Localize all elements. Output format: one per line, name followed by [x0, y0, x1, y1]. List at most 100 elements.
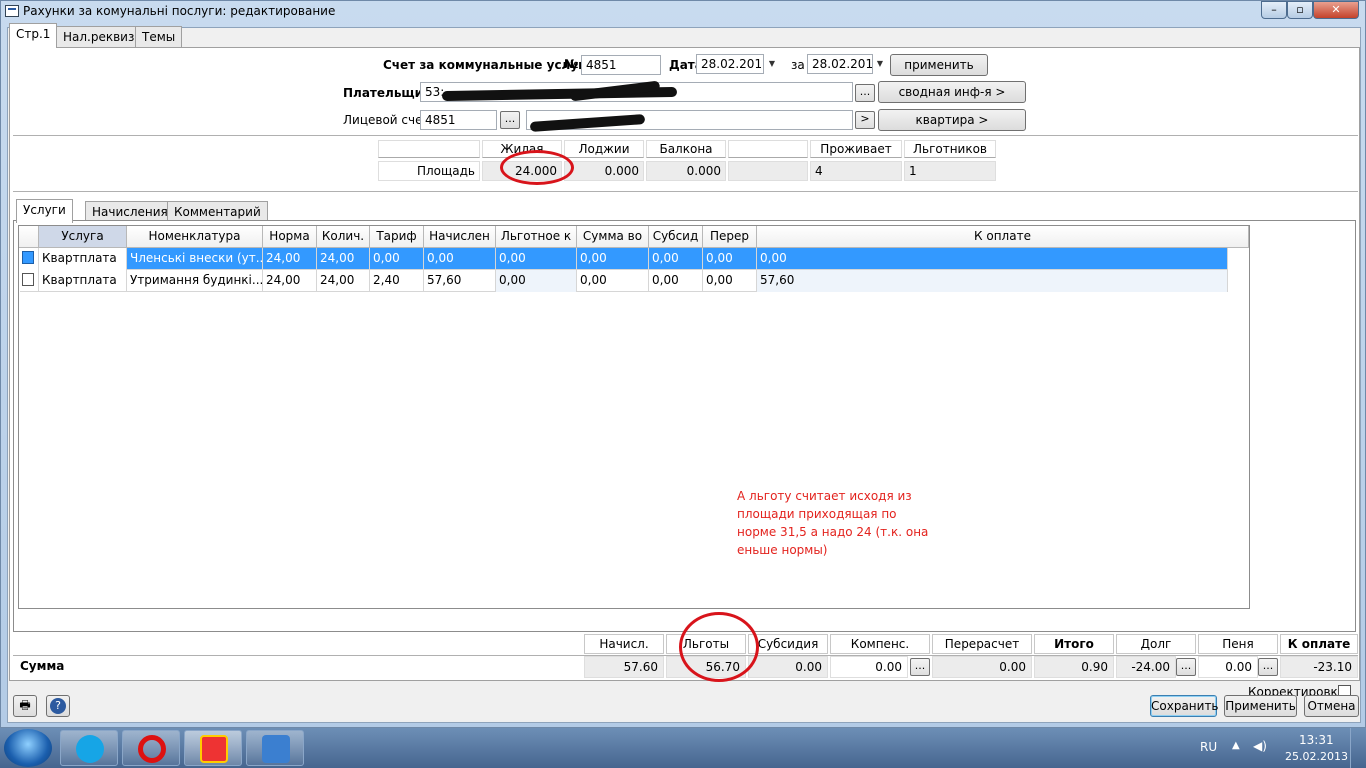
- col-header[interactable]: Начислен: [424, 226, 496, 248]
- table-row[interactable]: Квартплата Утримання будинкі... 24,00 24…: [20, 270, 1228, 292]
- extra-area-value[interactable]: [728, 161, 808, 181]
- grid-cell[interactable]: 0,00: [496, 248, 577, 270]
- col-header[interactable]: К оплате: [757, 226, 1249, 248]
- row-checkbox[interactable]: [20, 248, 39, 270]
- for-date-input[interactable]: 28.02.2013: [807, 54, 873, 74]
- col-header[interactable]: Льготное к: [496, 226, 577, 248]
- taskbar-app[interactable]: [246, 730, 304, 766]
- tab-comment[interactable]: Комментарий: [167, 201, 268, 222]
- grid-cell[interactable]: 2,40: [370, 270, 424, 292]
- tab-page1[interactable]: Стр.1: [9, 23, 58, 48]
- show-desktop-button[interactable]: [1350, 728, 1366, 768]
- grid-cell[interactable]: 57,60: [757, 270, 1228, 292]
- area-header-blank: [378, 140, 480, 158]
- col-header[interactable]: Услуга: [39, 226, 127, 248]
- start-button[interactable]: [4, 729, 52, 767]
- grid-cell[interactable]: 0,00: [757, 248, 1228, 270]
- apply-button[interactable]: Применить: [1224, 695, 1297, 717]
- grid-cell[interactable]: 0,00: [649, 270, 703, 292]
- tab-tax-details[interactable]: Нал.реквиз.: [56, 26, 146, 47]
- col-header[interactable]: Номенклатура: [127, 226, 263, 248]
- volume-icon[interactable]: ◀): [1253, 739, 1267, 753]
- grid-cell[interactable]: 24,00: [263, 270, 317, 292]
- grid-corner: [19, 226, 39, 248]
- area-header-beneficiaries: Льготников: [904, 140, 996, 158]
- penalty-browse-button[interactable]: ...: [1258, 658, 1278, 676]
- grid-cell[interactable]: 57,60: [424, 270, 496, 292]
- debt-browse-button[interactable]: ...: [1176, 658, 1196, 676]
- beneficiaries-value[interactable]: 1: [904, 161, 996, 181]
- grid-cell[interactable]: 24,00: [317, 248, 370, 270]
- sum-penalty-input[interactable]: 0.00: [1198, 656, 1258, 678]
- save-button[interactable]: Сохранить: [1150, 695, 1219, 717]
- tab-services[interactable]: Услуги: [16, 199, 73, 223]
- minimize-button[interactable]: –: [1261, 1, 1287, 19]
- col-header[interactable]: Субсид: [649, 226, 703, 248]
- row-checkbox[interactable]: [20, 270, 39, 292]
- sum-subsidy-value: 0.00: [748, 656, 828, 678]
- grid-cell[interactable]: 0,00: [703, 270, 757, 292]
- invoice-number-input[interactable]: 4851: [581, 55, 661, 75]
- area-header-extra: [728, 140, 808, 158]
- col-header[interactable]: Колич.: [317, 226, 370, 248]
- taskbar-1c[interactable]: [184, 730, 242, 766]
- summary-info-button[interactable]: сводная инф-я >: [878, 81, 1026, 103]
- help-button[interactable]: ?: [46, 695, 70, 717]
- grid-cell[interactable]: 24,00: [263, 248, 317, 270]
- clock-date[interactable]: 25.02.2013: [1285, 750, 1348, 763]
- tab-charges[interactable]: Начисления: [85, 201, 175, 222]
- language-indicator[interactable]: RU: [1200, 740, 1217, 754]
- title-bar[interactable]: Рахунки за комунальні послуги: редактиро…: [1, 1, 1366, 23]
- sum-header-to-pay: К оплате: [1280, 634, 1358, 654]
- balcony-area-value[interactable]: 0.000: [646, 161, 726, 181]
- grid-cell[interactable]: 0,00: [703, 248, 757, 270]
- for-date-dropdown-icon[interactable]: ▼: [872, 54, 888, 74]
- maximize-button[interactable]: ▫: [1287, 1, 1313, 19]
- tab-topics[interactable]: Темы: [135, 26, 183, 47]
- close-button[interactable]: ✕: [1313, 1, 1359, 19]
- grid-cell[interactable]: 0,00: [577, 248, 649, 270]
- cancel-button[interactable]: Отмена: [1304, 695, 1359, 717]
- grid-cell[interactable]: Квартплата: [39, 270, 127, 292]
- number-sign: №: [564, 57, 579, 71]
- sum-header-charged: Начисл.: [584, 634, 664, 654]
- taskbar-skype[interactable]: [60, 730, 118, 766]
- account-input[interactable]: 4851: [420, 110, 497, 130]
- for-label: за: [791, 58, 805, 72]
- grid-cell[interactable]: 0,00: [424, 248, 496, 270]
- apply-date-button[interactable]: применить: [890, 54, 988, 76]
- tray-arrow-icon[interactable]: ▲: [1232, 740, 1240, 751]
- area-header-balcony: Балкона: [646, 140, 726, 158]
- address-next-button[interactable]: >: [855, 111, 875, 129]
- sum-charged-value: 57.60: [584, 656, 664, 678]
- print-button[interactable]: 🖶: [13, 695, 37, 717]
- sum-header-compens: Компенс.: [830, 634, 930, 654]
- col-header[interactable]: Тариф: [370, 226, 424, 248]
- col-header[interactable]: Перер: [703, 226, 757, 248]
- col-header[interactable]: Сумма во: [577, 226, 649, 248]
- grid-cell[interactable]: Утримання будинкі...: [127, 270, 263, 292]
- grid-cell[interactable]: 0,00: [577, 270, 649, 292]
- table-row[interactable]: Квартплата Членські внески (ут... 24,00 …: [20, 248, 1228, 270]
- grid-cell[interactable]: 0,00: [370, 248, 424, 270]
- date-dropdown-icon[interactable]: ▼: [764, 54, 780, 74]
- clock-time[interactable]: 13:31: [1299, 733, 1334, 747]
- account-browse-button[interactable]: ...: [500, 111, 520, 129]
- grid-cell[interactable]: 24,00: [317, 270, 370, 292]
- sum-row-label: Сумма: [20, 659, 65, 673]
- sum-compens-input[interactable]: 0.00: [830, 656, 908, 678]
- divider: [13, 191, 1358, 192]
- grid-cell[interactable]: Квартплата: [39, 248, 127, 270]
- main-window: Рахунки за комунальні послуги: редактиро…: [0, 0, 1366, 728]
- compens-browse-button[interactable]: ...: [910, 658, 930, 676]
- col-header[interactable]: Норма: [263, 226, 317, 248]
- date-input[interactable]: 28.02.2013: [696, 54, 764, 74]
- loggia-area-value[interactable]: 0.000: [564, 161, 644, 181]
- grid-cell[interactable]: 0,00: [649, 248, 703, 270]
- grid-cell[interactable]: Членські внески (ут...: [127, 248, 263, 270]
- payer-browse-button[interactable]: ...: [855, 84, 875, 102]
- residents-value[interactable]: 4: [810, 161, 902, 181]
- apartment-button[interactable]: квартира >: [878, 109, 1026, 131]
- taskbar-opera[interactable]: [122, 730, 180, 766]
- grid-cell[interactable]: 0,00: [496, 270, 577, 292]
